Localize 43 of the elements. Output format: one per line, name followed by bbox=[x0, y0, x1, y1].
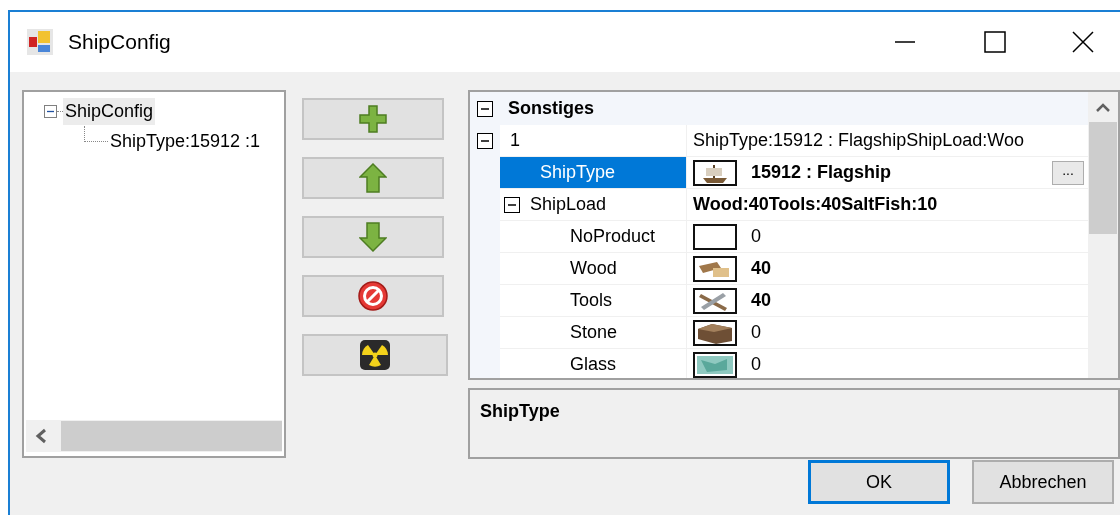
property-value[interactable]: 0 bbox=[751, 319, 1084, 346]
expand-toggle[interactable] bbox=[477, 133, 493, 149]
property-value[interactable]: 40 bbox=[751, 255, 1084, 282]
scrollbar-thumb[interactable] bbox=[61, 421, 282, 451]
property-name[interactable]: NoProduct bbox=[500, 221, 686, 252]
radiation-icon bbox=[359, 339, 391, 371]
toolbar-button[interactable] bbox=[302, 334, 448, 376]
description-title: ShipType bbox=[480, 401, 560, 421]
property-value[interactable]: 15912 : Flagship bbox=[751, 159, 1038, 186]
property-value[interactable]: 0 bbox=[751, 351, 1084, 378]
property-name[interactable]: Stone bbox=[500, 317, 686, 348]
expand-toggle[interactable] bbox=[504, 196, 520, 213]
maximize-icon[interactable] bbox=[984, 31, 1006, 53]
expand-toggle[interactable] bbox=[477, 100, 493, 117]
scroll-up-icon[interactable] bbox=[1095, 102, 1111, 114]
vertical-scrollbar[interactable] bbox=[1088, 92, 1118, 378]
tree-item[interactable]: ShipType:15912 :1 bbox=[108, 127, 263, 155]
scrollbar-thumb[interactable] bbox=[1089, 122, 1117, 234]
up-arrow-icon bbox=[359, 163, 387, 193]
property-name[interactable]: Tools bbox=[500, 285, 686, 316]
down-arrow-icon bbox=[359, 222, 387, 252]
property-name[interactable]: ShipLoad bbox=[530, 189, 686, 220]
property-value[interactable]: 0 bbox=[751, 223, 1084, 250]
prohibited-icon bbox=[357, 280, 389, 312]
tree-expander[interactable] bbox=[44, 104, 57, 118]
property-value[interactable]: 40 bbox=[751, 287, 1084, 314]
property-value[interactable]: ShipType:15912 : FlagshipShipLoad:Woo bbox=[693, 127, 1084, 154]
dialog-button[interactable]: Abbrechen bbox=[972, 460, 1114, 504]
app-icon bbox=[26, 28, 54, 56]
dialog-button[interactable]: OK bbox=[808, 460, 950, 504]
property-name[interactable]: Glass bbox=[500, 349, 686, 378]
property-value[interactable]: Wood:40Tools:40SaltFish:10 bbox=[693, 191, 1084, 218]
ellipsis-button[interactable]: ... bbox=[1052, 160, 1084, 185]
property-name[interactable]: Wood bbox=[500, 253, 686, 284]
horizontal-scrollbar[interactable] bbox=[26, 420, 282, 452]
category-label: Sonstiges bbox=[508, 97, 595, 120]
toolbar-button[interactable] bbox=[302, 275, 444, 317]
plus-icon bbox=[358, 104, 388, 134]
property-name[interactable]: ShipType bbox=[500, 157, 686, 188]
property-name[interactable]: 1 bbox=[500, 125, 686, 156]
window-title: ShipConfig bbox=[68, 29, 171, 56]
close-icon[interactable] bbox=[1072, 31, 1094, 53]
tree-item[interactable]: ShipConfig bbox=[63, 97, 156, 125]
